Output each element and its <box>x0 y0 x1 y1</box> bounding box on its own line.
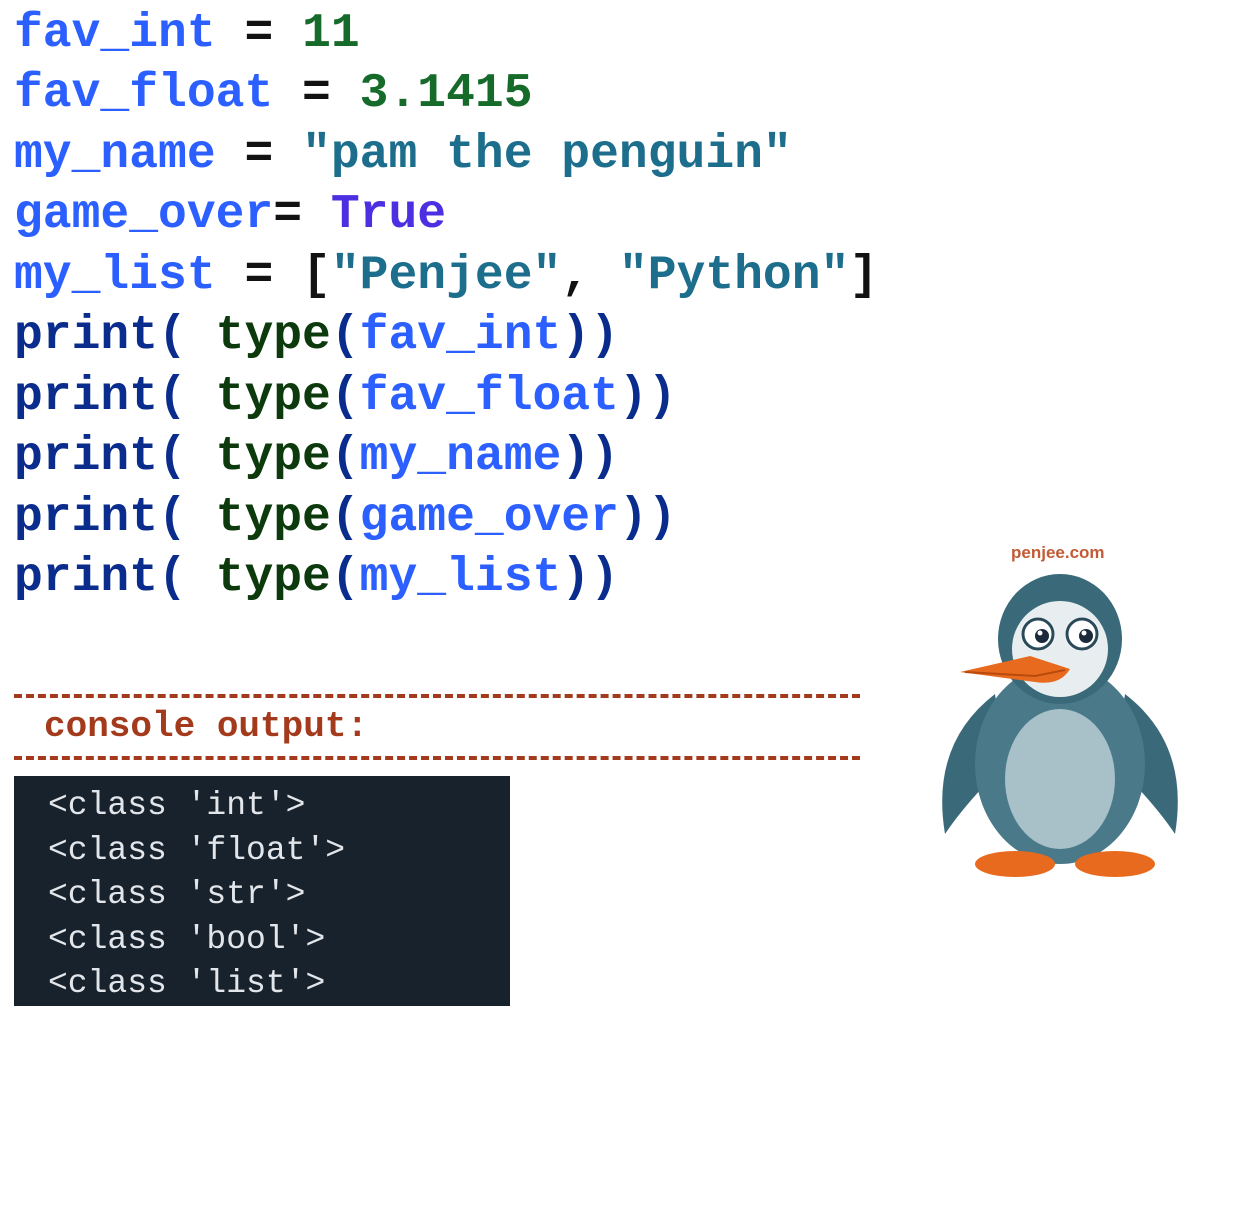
python-code-block: fav_int = 11fav_float = 3.1415my_name = … <box>14 4 878 609</box>
code-token: = <box>216 7 302 61</box>
code-token: "pam the penguin" <box>302 128 792 182</box>
code-token: type <box>216 430 331 484</box>
code-token: type <box>216 309 331 363</box>
code-token: = <box>273 67 359 121</box>
code-token: )) <box>561 430 619 484</box>
code-token: my_name <box>14 128 216 182</box>
code-line: print( type(game_over)) <box>14 488 878 548</box>
code-line: print( type(my_name)) <box>14 427 878 487</box>
code-token: my_name <box>360 430 562 484</box>
code-line: print( type(my_list)) <box>14 548 878 608</box>
divider-bottom <box>14 756 860 760</box>
code-token: 3.1415 <box>360 67 533 121</box>
code-token: = <box>273 188 331 242</box>
code-token: )) <box>561 551 619 605</box>
code-token: my_list <box>14 249 216 303</box>
code-token: )) <box>619 491 677 545</box>
code-token: ( <box>331 370 360 424</box>
code-line: game_over= True <box>14 185 878 245</box>
code-token: ( <box>331 430 360 484</box>
console-output-box: <class 'int'><class 'float'><class 'str'… <box>14 776 510 1006</box>
code-token: = [ <box>216 249 331 303</box>
code-token: type <box>216 491 331 545</box>
code-token: type <box>216 551 331 605</box>
code-token: fav_float <box>360 370 619 424</box>
code-token: True <box>331 188 446 242</box>
code-token: )) <box>561 309 619 363</box>
console-line: <class 'list'> <box>48 962 510 1007</box>
code-token: print( <box>14 491 216 545</box>
console-output-label: console output: <box>44 706 368 747</box>
code-token: print( <box>14 309 216 363</box>
code-token: print( <box>14 430 216 484</box>
code-token: fav_int <box>360 309 562 363</box>
code-token: 11 <box>302 7 360 61</box>
console-line: <class 'float'> <box>48 829 510 874</box>
code-token: ( <box>331 491 360 545</box>
console-line: <class 'bool'> <box>48 918 510 963</box>
code-line: fav_float = 3.1415 <box>14 64 878 124</box>
code-token: game_over <box>360 491 619 545</box>
code-token: print( <box>14 370 216 424</box>
watermark-text: penjee.com <box>1011 543 1105 563</box>
code-token: "Python" <box>619 249 849 303</box>
penguin-mascot-icon <box>910 564 1210 884</box>
console-line: <class 'str'> <box>48 873 510 918</box>
code-token: ( <box>331 551 360 605</box>
code-token: "Penjee" <box>331 249 561 303</box>
code-token: fav_float <box>14 67 273 121</box>
code-line: print( type(fav_int)) <box>14 306 878 366</box>
code-token: print( <box>14 551 216 605</box>
code-line: my_list = ["Penjee", "Python"] <box>14 246 878 306</box>
code-token: , <box>561 249 619 303</box>
code-token: = <box>216 128 302 182</box>
code-token: fav_int <box>14 7 216 61</box>
code-token: my_list <box>360 551 562 605</box>
code-token: ] <box>849 249 878 303</box>
code-token: type <box>216 370 331 424</box>
code-token: ( <box>331 309 360 363</box>
code-token: )) <box>619 370 677 424</box>
code-token: game_over <box>14 188 273 242</box>
console-line: <class 'int'> <box>48 784 510 829</box>
divider-top <box>14 694 860 698</box>
code-line: my_name = "pam the penguin" <box>14 125 878 185</box>
code-line: print( type(fav_float)) <box>14 367 878 427</box>
code-line: fav_int = 11 <box>14 4 878 64</box>
